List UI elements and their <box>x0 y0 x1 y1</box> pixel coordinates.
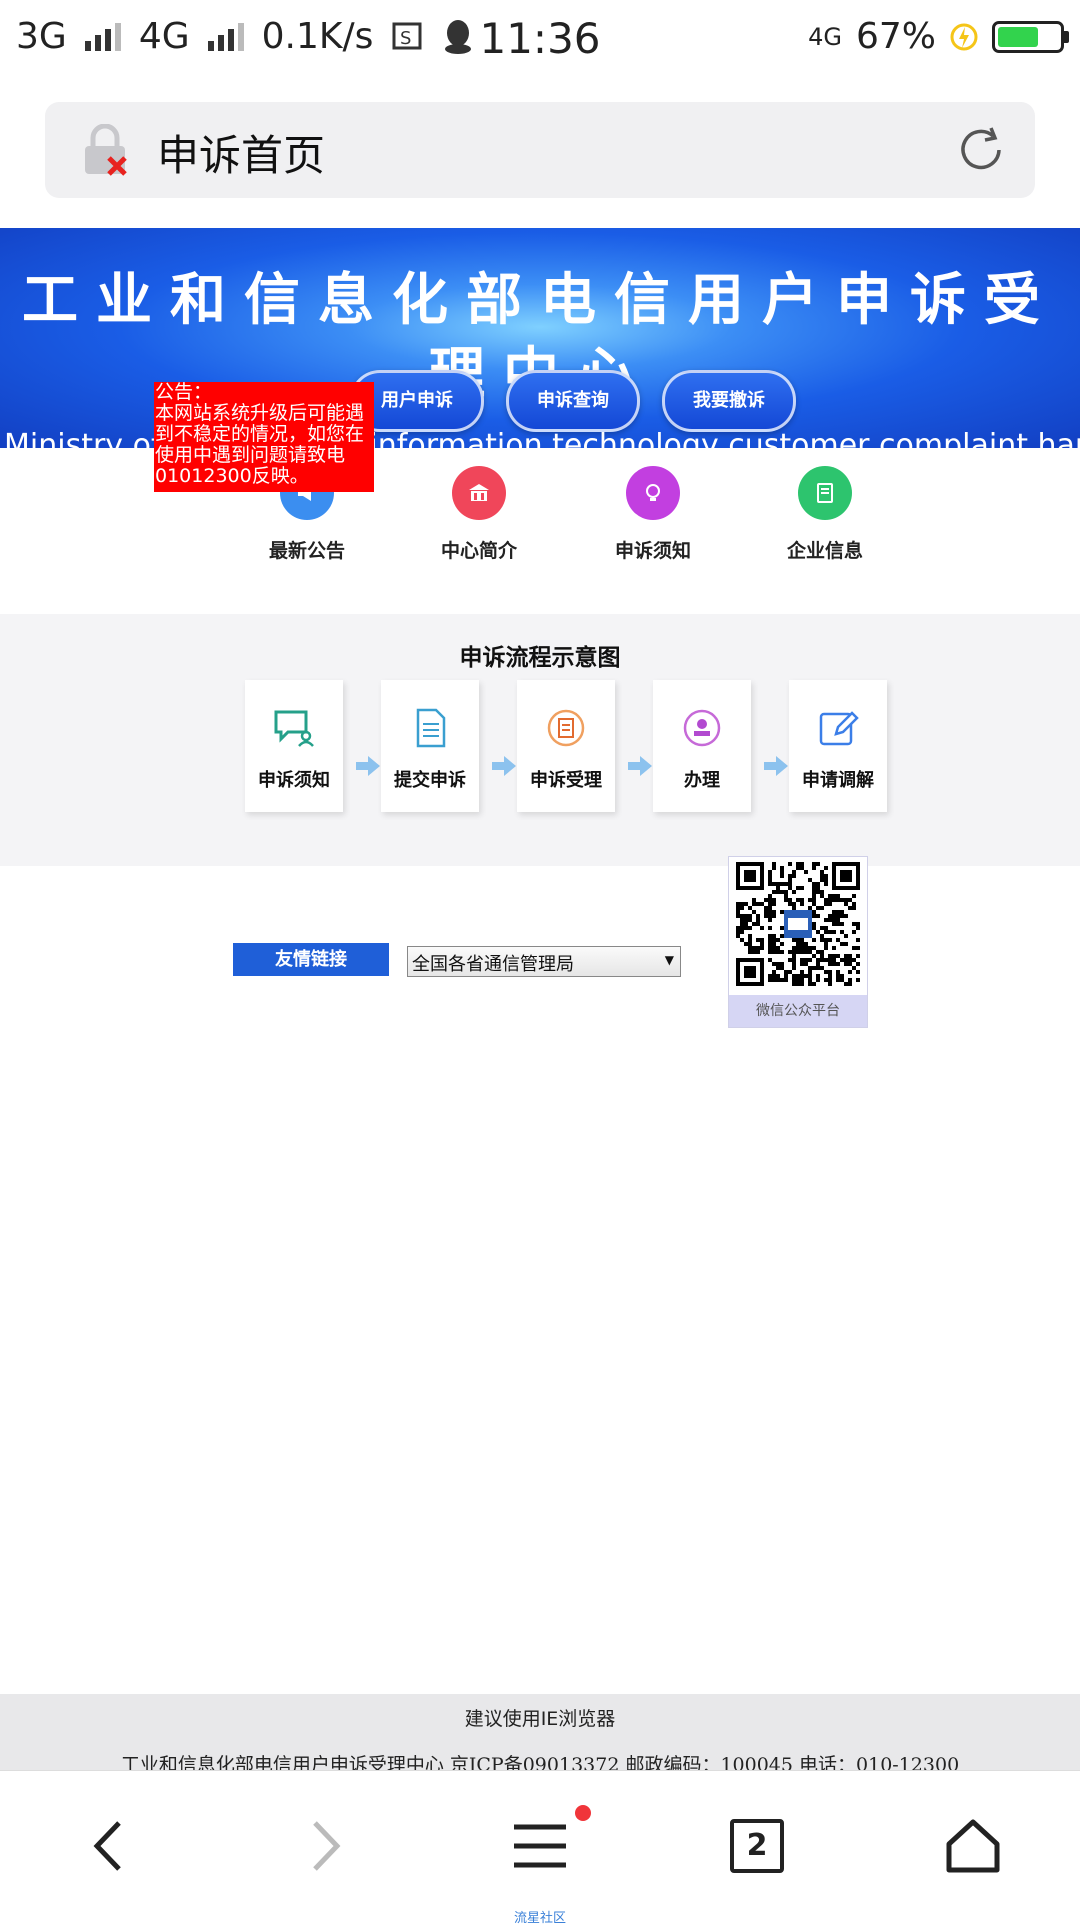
quick-link-about[interactable]: 中心简介 <box>409 466 549 563</box>
chat-user-icon <box>274 710 314 747</box>
status-right: 4G 67% <box>808 16 1069 57</box>
home-icon <box>946 1819 1000 1873</box>
menu-icon <box>514 1824 566 1868</box>
select-value: 全国各省通信管理局 <box>412 954 574 975</box>
wechat-qr: 微信公众平台 <box>728 856 868 1028</box>
book-icon <box>798 466 852 520</box>
flow-step-guidelines[interactable]: 申诉须知 <box>245 680 343 812</box>
flow-title: 申诉流程示意图 <box>459 645 621 671</box>
address-bar[interactable]: 申诉首页 <box>45 102 1035 198</box>
flow-arrow-icon <box>628 756 652 776</box>
flow-step-label: 申请调解 <box>802 770 874 791</box>
quick-link-company[interactable]: 企业信息 <box>755 466 895 563</box>
withdraw-complaint-button[interactable]: 我要撤诉 <box>662 370 796 432</box>
quick-link-label: 申诉须知 <box>614 540 691 562</box>
refresh-icon[interactable] <box>955 124 1007 176</box>
flow-step-label: 申诉受理 <box>530 770 602 791</box>
network-right-label: 4G <box>808 22 842 51</box>
forward-icon <box>313 1821 341 1871</box>
qr-code-icon <box>736 862 860 986</box>
footer-info: 工业和信息化部电信用户申诉受理中心 京ICP备09013372 邮政编码：100… <box>120 1754 960 1770</box>
complaint-flow-section: 申诉流程示意图 申诉须知 提交申诉 申诉受理 办理 申请调解 <box>0 614 1080 866</box>
edit-icon <box>819 711 859 746</box>
lightbulb-icon <box>626 466 680 520</box>
back-icon <box>93 1821 121 1871</box>
quick-link-label: 企业信息 <box>786 540 863 562</box>
friend-links-label: 友情链接 <box>233 943 389 976</box>
browser-recommendation: 建议使用IE浏览器 <box>464 1708 616 1730</box>
home-button[interactable] <box>938 1811 1008 1881</box>
page-footer: 建议使用IE浏览器 工业和信息化部电信用户申诉受理中心 京ICP备0901337… <box>0 1694 1080 1770</box>
clipboard-icon <box>547 709 585 747</box>
flow-step-label: 申诉须知 <box>258 770 330 791</box>
page-title: 申诉首页 <box>157 131 326 180</box>
friend-links-select[interactable]: 全国各省通信管理局 ▼ <box>407 946 681 977</box>
tabs-button[interactable]: 2 <box>722 1811 792 1881</box>
menu-button[interactable] <box>505 1811 575 1881</box>
document-icon <box>416 708 446 748</box>
flow-step-label: 办理 <box>684 770 720 791</box>
stamp-icon <box>683 709 721 747</box>
status-bar: 3G 4G 0.1K/s S 11:36 4G 67% <box>0 0 1080 76</box>
charging-icon <box>950 23 978 50</box>
notice-text: 公告： 本网站系统升级后可能遇到不稳定的情况，如您在使用中遇到问题请致电0101… <box>155 382 365 487</box>
flow-step-process[interactable]: 办理 <box>653 680 751 812</box>
notice-popup: 公告： 本网站系统升级后可能遇到不稳定的情况，如您在使用中遇到问题请致电0101… <box>154 382 374 492</box>
battery-fill <box>998 26 1038 47</box>
flow-step-mediation[interactable]: 申请调解 <box>789 680 887 812</box>
building-icon <box>452 466 506 520</box>
flow-arrow-icon <box>764 756 788 776</box>
complaint-query-button[interactable]: 申诉查询 <box>506 370 640 432</box>
battery-percent: 67% <box>855 16 936 57</box>
flow-arrow-icon <box>356 756 380 776</box>
forward-button[interactable] <box>290 1811 360 1881</box>
back-button[interactable] <box>74 1811 144 1881</box>
flow-arrow-icon <box>492 756 516 776</box>
quick-link-label: 中心简介 <box>440 540 517 562</box>
tab-count: 2 <box>730 1819 784 1873</box>
flow-step-submit[interactable]: 提交申诉 <box>381 680 479 812</box>
dropdown-arrow-icon: ▼ <box>664 953 674 967</box>
flow-step-label: 提交申诉 <box>394 770 466 791</box>
insecure-lock-icon <box>85 124 127 176</box>
battery-icon <box>992 20 1069 53</box>
banner-actions: 用户申诉 申诉查询 我要撤诉 <box>350 370 796 432</box>
quick-link-guidelines[interactable]: 申诉须知 <box>583 466 723 563</box>
bottom-hint: 流星社区 <box>513 1911 566 1926</box>
flow-step-accept[interactable]: 申诉受理 <box>517 680 615 812</box>
qr-label: 微信公众平台 <box>729 995 867 1027</box>
quick-link-label: 最新公告 <box>268 540 345 562</box>
browser-bottom-nav: 2 流星社区 <box>0 1770 1080 1926</box>
notification-dot <box>575 1805 591 1821</box>
